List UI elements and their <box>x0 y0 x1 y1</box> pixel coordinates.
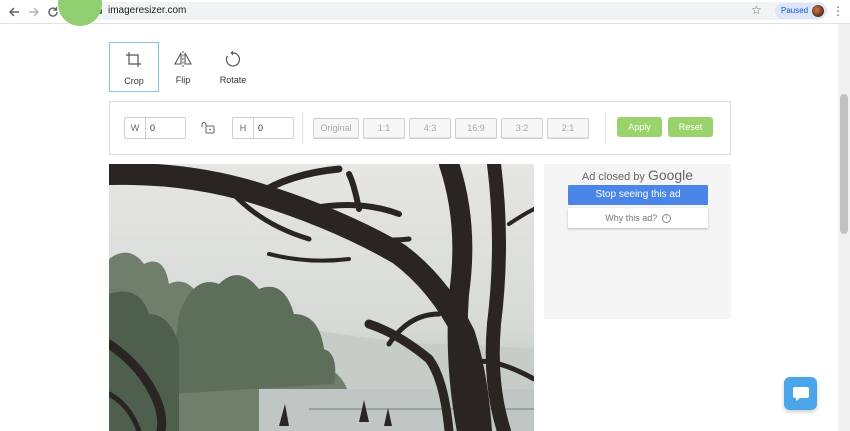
stop-seeing-ad-button[interactable]: Stop seeing this ad <box>568 185 708 205</box>
rotate-icon <box>225 50 241 67</box>
divider <box>302 112 303 144</box>
ratio-16-9-button[interactable]: 16:9 <box>455 118 497 139</box>
ratio-1-1-button[interactable]: 1:1 <box>363 118 405 139</box>
tool-flip[interactable]: Flip <box>159 42 207 90</box>
chat-button[interactable] <box>784 377 817 410</box>
ratio-4-3-button[interactable]: 4:3 <box>409 118 451 139</box>
chat-bubble-icon <box>792 386 809 401</box>
bookmark-star-icon[interactable]: ☆ <box>751 3 762 17</box>
height-field: H <box>232 117 294 139</box>
height-input[interactable] <box>254 118 294 138</box>
tree-photo-image <box>109 164 534 431</box>
url-text[interactable]: imageresizer.com <box>108 5 186 16</box>
back-arrow-icon[interactable] <box>5 3 23 21</box>
width-field: W <box>124 117 186 139</box>
apply-button[interactable]: Apply <box>617 117 662 137</box>
forward-arrow-icon[interactable] <box>25 3 43 21</box>
height-prefix: H <box>233 118 254 138</box>
profile-status: Paused <box>781 6 809 15</box>
google-text: Google <box>647 167 694 183</box>
address-bar[interactable] <box>87 2 827 20</box>
scroll-thumb[interactable] <box>840 94 848 234</box>
ratio-2-1-button[interactable]: 2:1 <box>547 118 589 139</box>
avatar <box>812 5 824 17</box>
why-this-ad-label: Why this ad? <box>605 213 658 223</box>
tool-label: Flip <box>175 75 191 85</box>
browser-toolbar: imageresizer.com ☆ Paused ⋮ <box>0 0 850 24</box>
ratio-original-button[interactable]: Original <box>313 118 359 139</box>
reset-button[interactable]: Reset <box>668 117 713 137</box>
tool-label: Rotate <box>219 75 247 85</box>
divider <box>605 112 606 144</box>
ad-closed-text: Ad closed by <box>581 171 645 183</box>
tool-label: Crop <box>124 76 144 86</box>
tool-rotate[interactable]: Rotate <box>209 42 257 90</box>
browser-menu-icon[interactable]: ⋮ <box>832 4 844 18</box>
flip-icon <box>174 51 192 67</box>
crop-options-bar: W H Original 1:1 4:3 16:9 3:2 2:1 Apply … <box>109 101 731 155</box>
why-this-ad-button[interactable]: Why this ad? i <box>568 208 708 228</box>
ratio-3-2-button[interactable]: 3:2 <box>501 118 543 139</box>
ad-closed-notice: Ad closed by Google <box>544 167 731 183</box>
profile-button[interactable]: Paused <box>775 3 827 19</box>
width-prefix: W <box>125 118 146 138</box>
aspect-lock-icon[interactable] <box>200 121 216 140</box>
crop-icon <box>126 52 141 67</box>
ad-panel: Ad closed by Google Stop seeing this ad … <box>544 164 731 319</box>
width-input[interactable] <box>146 118 186 138</box>
info-icon: i <box>661 214 671 224</box>
image-preview[interactable] <box>109 164 534 431</box>
page-scrollbar[interactable] <box>838 24 850 431</box>
tool-crop[interactable]: Crop <box>109 42 159 92</box>
